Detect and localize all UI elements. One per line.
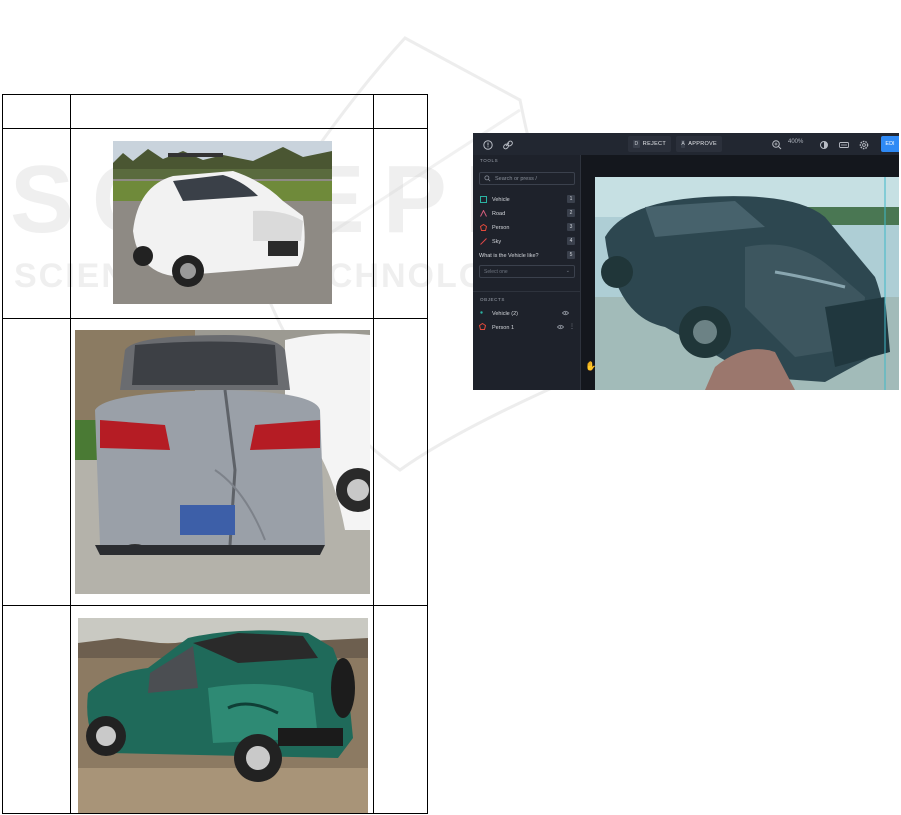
table-divider bbox=[373, 95, 374, 813]
line-icon bbox=[479, 238, 487, 246]
zoom-level: 400% bbox=[788, 139, 804, 145]
approve-button[interactable]: A APPROVE bbox=[676, 136, 722, 152]
tool-shortcut: 1 bbox=[567, 195, 575, 203]
tool-shortcut: 4 bbox=[567, 237, 575, 245]
approve-shortcut: A bbox=[681, 140, 686, 148]
polyline-icon bbox=[479, 210, 487, 218]
tool-road[interactable]: Road 2 bbox=[479, 208, 575, 219]
table-divider bbox=[3, 605, 427, 606]
table-divider bbox=[3, 128, 427, 129]
object-vehicle[interactable]: Vehicle (2) bbox=[479, 308, 575, 319]
tool-shortcut: 3 bbox=[567, 223, 575, 231]
tool-sky[interactable]: Sky 4 bbox=[479, 236, 575, 247]
chevron-down-icon: ⌄ bbox=[565, 268, 570, 274]
question-shortcut: 5 bbox=[567, 251, 575, 259]
object-person[interactable]: Person 1 ⋮ bbox=[478, 322, 575, 333]
table-divider bbox=[70, 95, 71, 813]
tool-label: Person bbox=[492, 224, 510, 231]
search-placeholder: Search or press / bbox=[495, 175, 537, 182]
polygon-icon bbox=[478, 322, 487, 332]
image-table bbox=[2, 94, 428, 814]
sidebar-divider bbox=[473, 291, 580, 292]
select-placeholder: Select one bbox=[484, 268, 508, 275]
vehicle-question[interactable]: What is the Vehicle like? 5 bbox=[479, 250, 575, 261]
photo-silver-sedan bbox=[75, 330, 370, 594]
contrast-icon[interactable] bbox=[818, 138, 830, 150]
photo-green-suv bbox=[78, 618, 368, 813]
object-label: Vehicle (2) bbox=[492, 310, 518, 317]
search-icon bbox=[484, 175, 491, 182]
image-canvas[interactable] bbox=[581, 155, 899, 390]
objects-section-title: OBJECTS bbox=[480, 297, 505, 302]
tool-label: Vehicle bbox=[492, 196, 510, 203]
keyboard-icon[interactable] bbox=[838, 138, 850, 150]
photo-white-suv bbox=[113, 141, 332, 304]
square-icon bbox=[479, 196, 487, 204]
tool-label: Sky bbox=[492, 238, 502, 245]
vehicle-select[interactable]: Select one ⌄ bbox=[479, 265, 575, 278]
tool-label: Road bbox=[492, 210, 506, 217]
dot-icon bbox=[479, 310, 487, 317]
zoom-in-icon[interactable] bbox=[771, 138, 783, 150]
edit-button[interactable]: EDI bbox=[881, 136, 899, 152]
annotation-app: D REJECT A APPROVE 400% EDI TOOLS Search… bbox=[473, 133, 899, 390]
tool-search-input[interactable]: Search or press / bbox=[479, 172, 575, 185]
pan-hand-icon[interactable]: ✋ bbox=[585, 361, 596, 372]
reject-shortcut: D bbox=[633, 140, 640, 148]
reject-button[interactable]: D REJECT bbox=[628, 136, 671, 152]
annotated-image[interactable] bbox=[595, 177, 899, 390]
reject-label: REJECT bbox=[642, 141, 666, 147]
tool-person[interactable]: Person 3 bbox=[479, 222, 575, 233]
eye-icon[interactable] bbox=[556, 324, 565, 332]
top-toolbar: D REJECT A APPROVE 400% EDI bbox=[473, 133, 899, 156]
tools-section-title: TOOLS bbox=[480, 158, 499, 163]
eye-icon[interactable] bbox=[561, 310, 570, 318]
link-icon[interactable] bbox=[502, 138, 514, 150]
question-label: What is the Vehicle like? bbox=[479, 252, 539, 259]
table-divider bbox=[3, 318, 427, 319]
more-options-icon[interactable]: ⋮ bbox=[569, 323, 575, 330]
tool-vehicle[interactable]: Vehicle 1 bbox=[479, 194, 575, 205]
approve-label: APPROVE bbox=[688, 141, 717, 147]
info-icon[interactable] bbox=[482, 138, 494, 150]
object-label: Person 1 bbox=[492, 324, 515, 331]
polygon-icon bbox=[479, 224, 487, 232]
settings-gear-icon[interactable] bbox=[858, 138, 870, 150]
tool-shortcut: 2 bbox=[567, 209, 575, 217]
tools-sidebar: TOOLS Search or press / Vehicle 1 Road 2… bbox=[473, 155, 581, 390]
